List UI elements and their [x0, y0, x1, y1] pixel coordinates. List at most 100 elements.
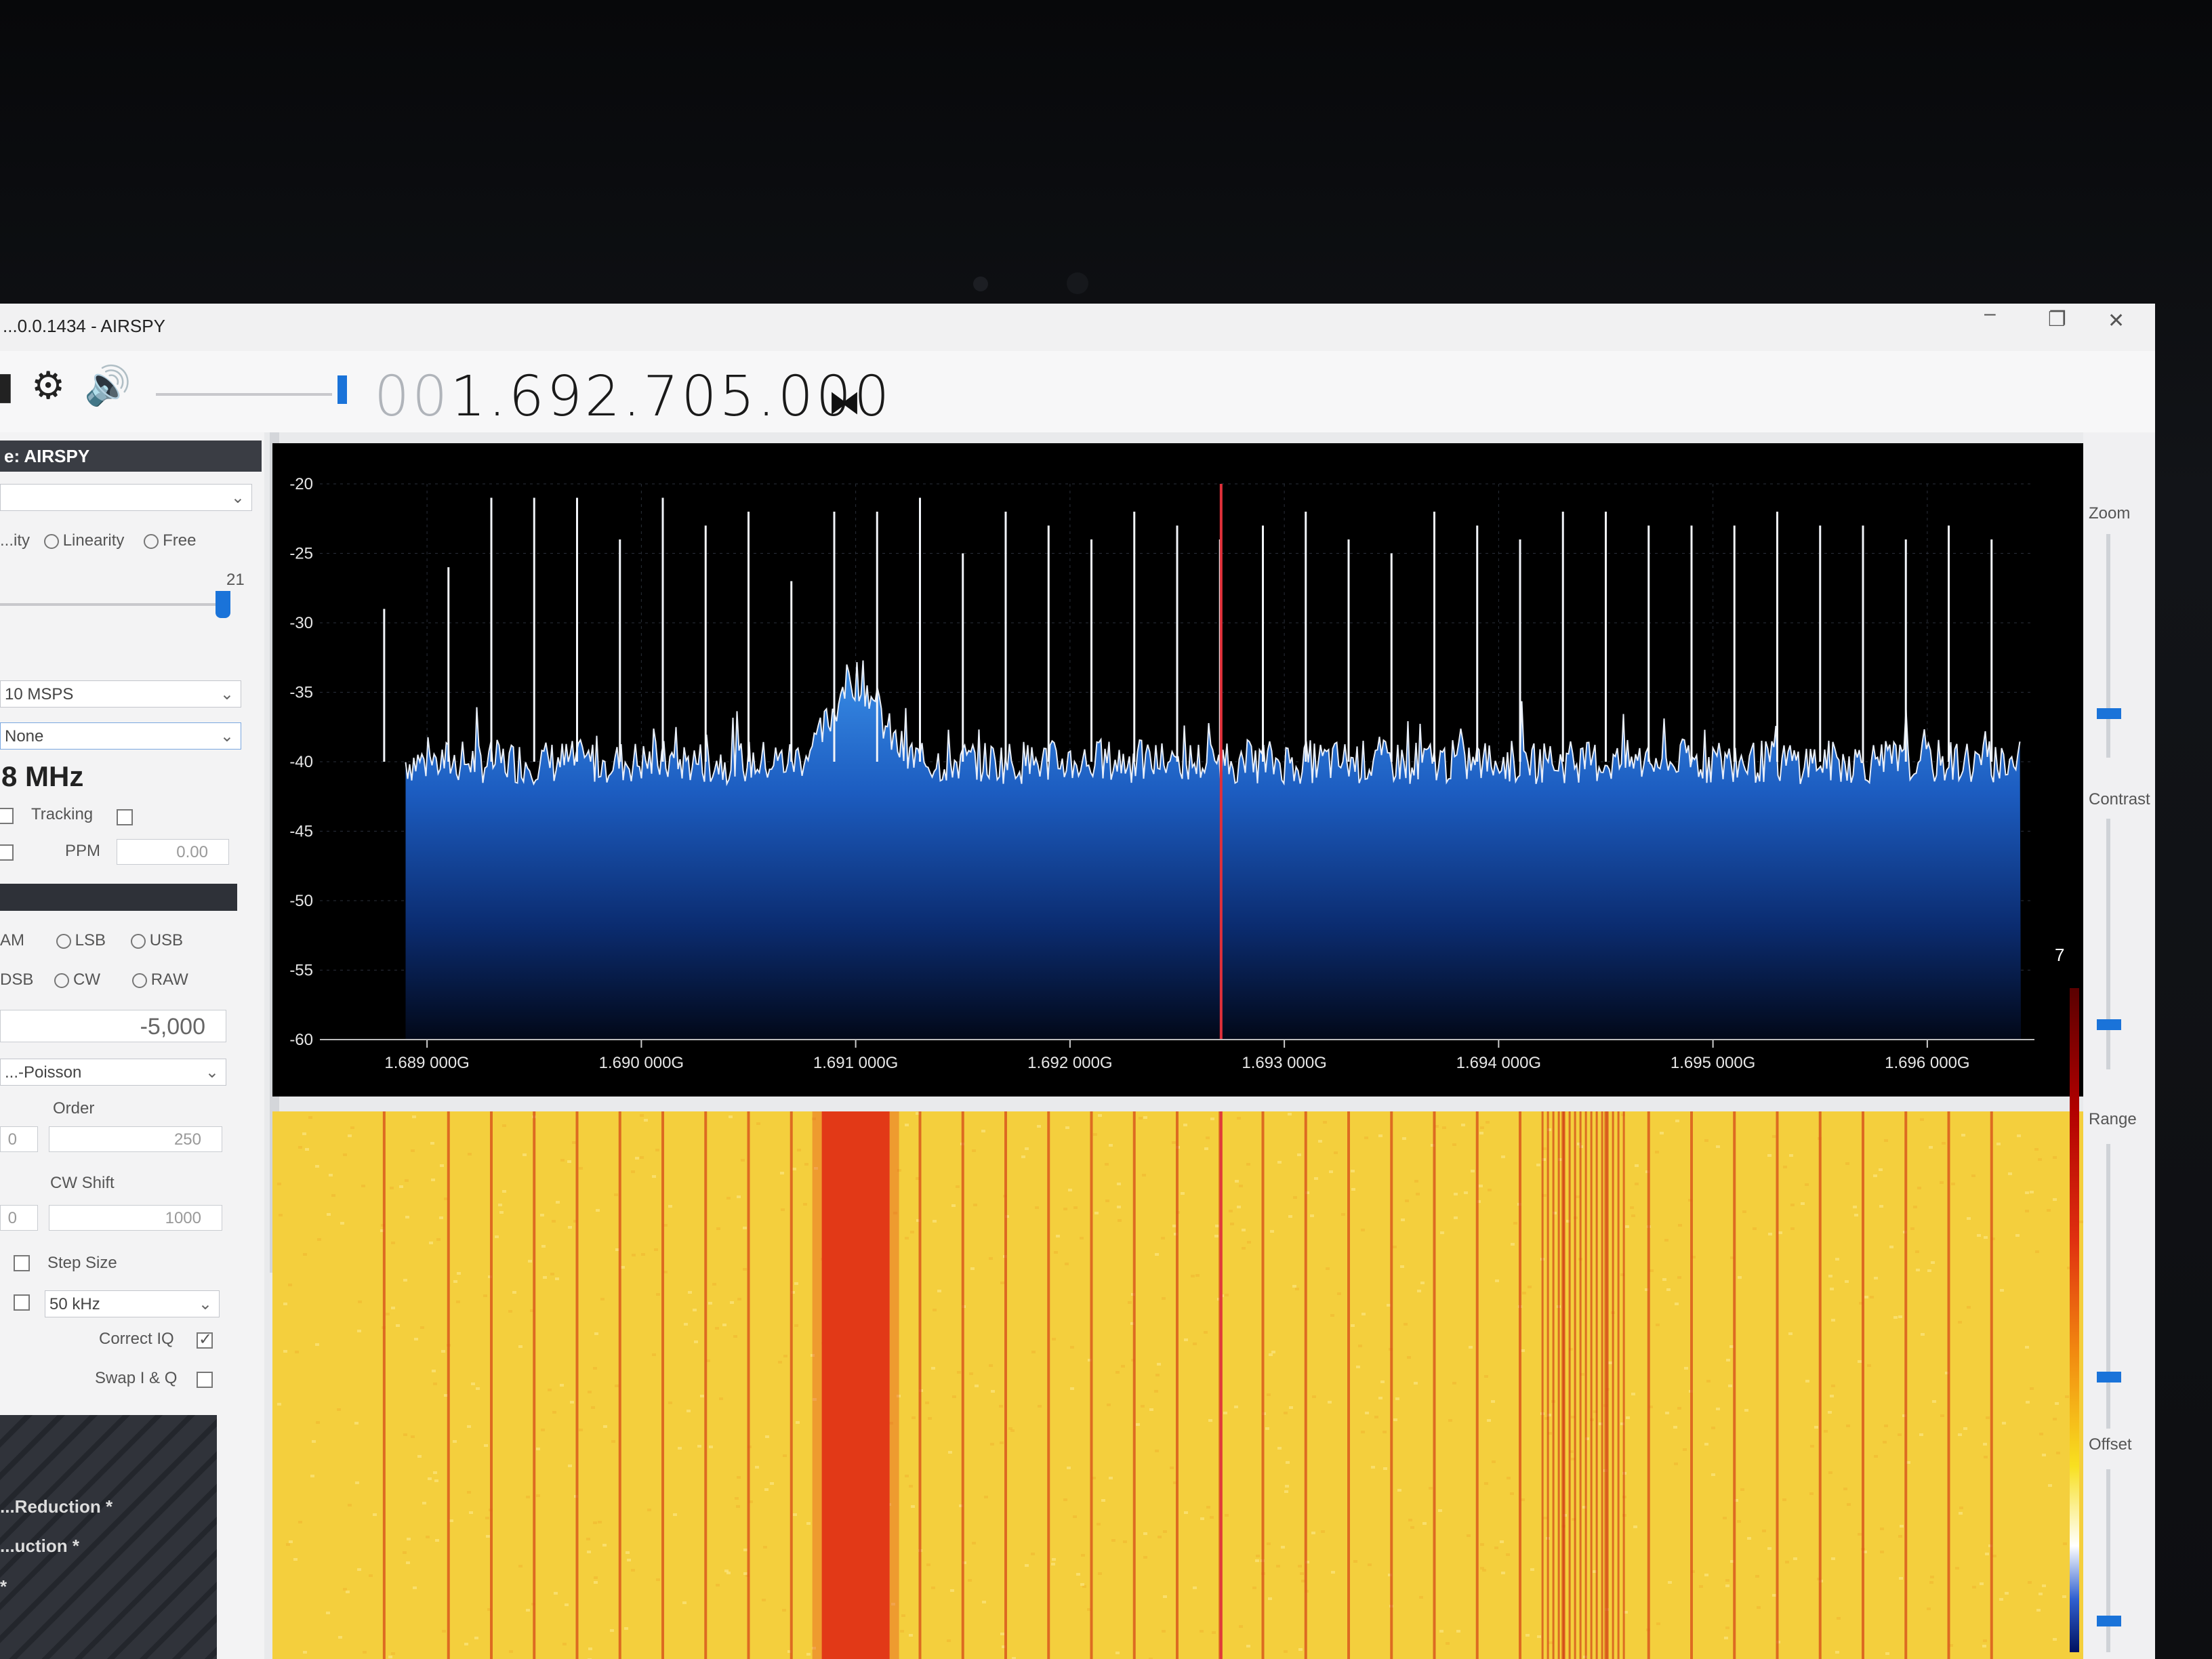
gain-free-radio[interactable] — [144, 533, 159, 549]
mode-am-label[interactable]: AM — [0, 931, 24, 949]
frequency-display[interactable]: 001.692.705.000 — [374, 365, 892, 429]
mode-usb-radio[interactable] — [130, 933, 146, 949]
camera-sensor — [1067, 272, 1088, 294]
gain-slider-thumb[interactable] — [216, 591, 230, 618]
tracking-checkbox[interactable] — [117, 809, 133, 825]
collapsed-panel-3[interactable]: * — [0, 1576, 7, 1597]
waterfall-noise — [1525, 1634, 1530, 1637]
mode-raw-radio[interactable] — [131, 972, 147, 988]
frequency-digits[interactable]: 1.692.705.000 — [450, 365, 892, 429]
waterfall-noise — [1276, 1565, 1280, 1568]
mode-dsb-label[interactable]: DSB — [0, 970, 33, 989]
waterfall-noise — [1239, 1185, 1243, 1187]
gain-linearity-radio[interactable] — [43, 533, 59, 549]
waterfall-noise — [1608, 1361, 1612, 1364]
gain-linearity-label[interactable]: Linearity — [63, 531, 125, 550]
contrast-slider-track[interactable] — [2106, 819, 2110, 1069]
volume-slider-track[interactable] — [156, 393, 332, 396]
mode-usb-label[interactable]: USB — [150, 931, 183, 949]
order-left-input[interactable]: 0 — [0, 1126, 38, 1152]
sample-rate-select[interactable]: 10 MSPS ⌄ — [0, 680, 241, 708]
gain-free-label[interactable]: Free — [163, 531, 196, 550]
step-size-select[interactable]: 50 kHz ⌄ — [45, 1290, 220, 1317]
waterfall-noise — [684, 1323, 688, 1326]
spectrum-analyzer[interactable]: -20 -25 -30 -35 -40 -45 -50 -55 -60 1.689 000G 1.… — [272, 443, 2083, 1097]
order-input[interactable]: 250 — [49, 1126, 222, 1152]
correct-iq-checkbox[interactable] — [197, 1330, 213, 1349]
cw-left-input[interactable]: 0 — [0, 1205, 38, 1231]
waterfall-noise — [1665, 1412, 1669, 1414]
waterfall-chart[interactable] — [272, 1111, 2083, 1659]
waterfall-noise — [1753, 1227, 1757, 1230]
speaker-icon[interactable]: 🔊 — [84, 363, 131, 408]
shift-input[interactable]: -5,000 — [0, 1010, 226, 1042]
filter-window-select[interactable]: ...-Poisson ⌄ — [0, 1059, 226, 1086]
contrast-slider-thumb[interactable] — [2097, 1019, 2121, 1030]
waterfall-noise — [405, 1216, 409, 1218]
waterfall-noise — [1662, 1278, 1666, 1281]
waterfall-noise — [627, 1559, 631, 1561]
snap-checkbox[interactable] — [14, 1294, 30, 1311]
waterfall-tune-marker[interactable] — [1219, 1111, 1223, 1659]
waterfall-display[interactable] — [272, 1111, 2083, 1659]
decimation-select[interactable]: None ⌄ — [0, 722, 241, 750]
waterfall-noise — [2038, 1158, 2042, 1161]
waterfall-noise — [540, 1214, 544, 1216]
mode-raw-label[interactable]: RAW — [151, 970, 188, 989]
waterfall-noise — [688, 1291, 692, 1294]
step-size-checkbox[interactable] — [14, 1255, 30, 1271]
waterfall-noise — [668, 1401, 672, 1404]
waterfall-noise — [435, 1539, 439, 1542]
noise-reduction-panel-1[interactable]: ...Reduction * — [0, 1496, 112, 1517]
waterfall-noise — [1422, 1522, 1427, 1525]
gain-mode-sensitivity-label[interactable]: ...ity — [0, 531, 30, 550]
spectrum-chart[interactable]: -20-25-30-35-40-45-50-55-60 1.689 000G 1.… — [272, 443, 2083, 1097]
radio-panel-header[interactable] — [0, 884, 237, 911]
waterfall-noise — [541, 1245, 546, 1248]
zoom-slider-track[interactable] — [2106, 534, 2110, 758]
waterfall-noise — [1438, 1509, 1442, 1512]
ppm-input[interactable]: 0.00 — [117, 839, 229, 865]
close-button[interactable]: ✕ — [2108, 309, 2125, 333]
range-slider-track[interactable] — [2106, 1144, 2110, 1429]
left-checkbox-2[interactable] — [0, 844, 14, 861]
waterfall-noise — [1929, 1146, 1933, 1149]
minimize-button[interactable]: – — [1984, 304, 1996, 325]
waterfall-noise — [1801, 1202, 1805, 1205]
cw-shift-input[interactable]: 1000 — [49, 1205, 222, 1231]
swap-iq-checkbox[interactable] — [197, 1372, 213, 1388]
mode-cw-label[interactable]: CW — [73, 970, 100, 989]
volume-slider-thumb[interactable] — [337, 375, 347, 404]
waterfall-noise — [1915, 1250, 1919, 1253]
range-slider-thumb[interactable] — [2097, 1372, 2121, 1382]
zoom-slider-thumb[interactable] — [2097, 708, 2121, 720]
waterfall-noise — [794, 1282, 798, 1285]
source-panel-header[interactable]: e: AIRSPY — [0, 441, 262, 472]
mode-lsb-radio[interactable] — [56, 933, 71, 949]
waterfall-noise — [1331, 1571, 1335, 1574]
menu-icon[interactable]: ▮ — [0, 363, 14, 408]
offset-slider-thumb[interactable] — [2097, 1616, 2121, 1626]
gear-icon[interactable]: ⚙ — [31, 363, 65, 408]
waterfall-noise — [1170, 1467, 1174, 1469]
gain-slider-track[interactable] — [0, 603, 224, 606]
frequency-leading-digits[interactable]: 00 — [374, 365, 450, 429]
tune-center-icon[interactable]: ⧓ — [828, 384, 861, 422]
mode-lsb-label[interactable]: LSB — [75, 931, 106, 949]
waterfall-noise — [1706, 1380, 1711, 1382]
left-checkbox-1[interactable] — [0, 808, 14, 824]
restore-button[interactable]: ❐ — [2048, 308, 2066, 331]
waterfall-noise — [626, 1551, 630, 1554]
waterfall-noise — [407, 1538, 411, 1540]
waterfall-noise — [411, 1435, 415, 1438]
waterfall-spur-line — [1776, 1111, 1779, 1659]
waterfall-noise — [1025, 1564, 1029, 1567]
waterfall-noise — [499, 1211, 504, 1214]
noise-reduction-panel-2[interactable]: ...uction * — [0, 1536, 79, 1557]
mode-cw-radio[interactable] — [54, 972, 70, 988]
waterfall-noise — [1115, 1371, 1120, 1374]
waterfall-noise — [737, 1195, 741, 1198]
waterfall-noise — [567, 1160, 571, 1163]
waterfall-noise — [1942, 1142, 1946, 1145]
source-device-select[interactable]: ⌄ — [0, 484, 252, 511]
